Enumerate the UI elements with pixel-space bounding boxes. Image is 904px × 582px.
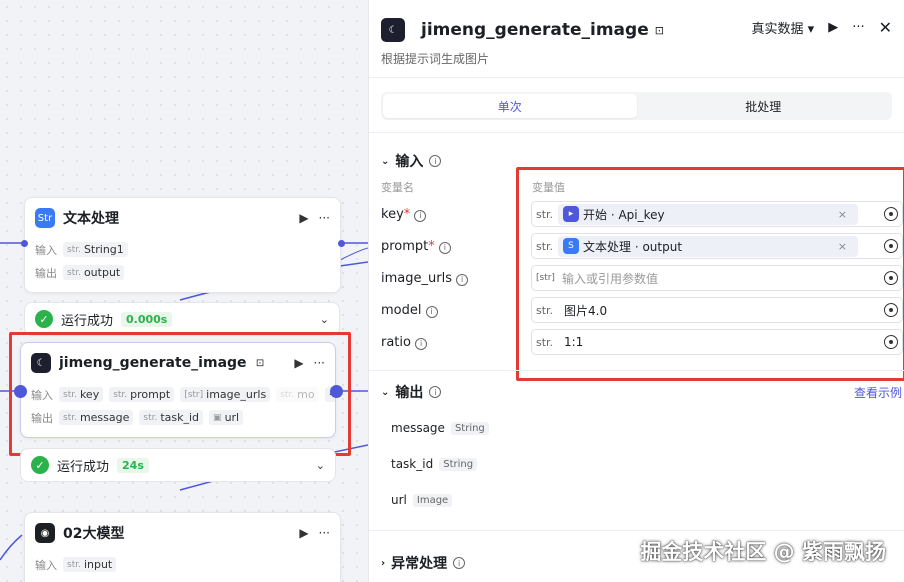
info-icon: i bbox=[453, 557, 466, 569]
status-label: 运行成功 bbox=[61, 313, 114, 329]
workflow-canvas[interactable]: Str 文本处理 ▶ ··· 输入 str. String1 输出 str. out… bbox=[0, 0, 368, 582]
column-header-name: 变量名 bbox=[381, 181, 414, 194]
input-label: 输入 bbox=[35, 243, 57, 257]
param-name: key bbox=[381, 207, 404, 222]
more-icon[interactable]: ··· bbox=[319, 211, 330, 225]
panel-subtitle: 根据提示词生成图片 bbox=[381, 52, 490, 66]
run-node-icon[interactable]: ▶ bbox=[299, 526, 308, 540]
highlight-frame-node bbox=[9, 332, 351, 456]
llm-icon: ◉ bbox=[35, 523, 55, 543]
run-mode-tabs: 单次 批处理 bbox=[381, 92, 892, 120]
plugin-icon: ☾ bbox=[381, 18, 405, 42]
node-llm[interactable]: ◉ 02大模型 ▶ ··· 输入 str. input bbox=[24, 512, 341, 582]
info-icon: i bbox=[438, 241, 451, 254]
node-title: 02大模型 bbox=[63, 526, 125, 542]
watermark: 掘金技术社区 @ 紫雨飘扬 bbox=[640, 540, 886, 564]
output-section-header[interactable]: ⌄ 输出 i bbox=[369, 382, 442, 402]
info-icon: i bbox=[429, 155, 442, 167]
node-config-panel: ☾ jimeng_generate_image ⊡ 根据提示词生成图片 真实数据… bbox=[368, 0, 904, 582]
section-title: 异常处理 bbox=[391, 556, 448, 572]
info-icon: i bbox=[415, 337, 428, 350]
chevron-down-icon[interactable]: ⌄ bbox=[320, 313, 329, 326]
close-icon[interactable]: ✕ bbox=[879, 18, 892, 37]
duration-badge: 24s bbox=[117, 457, 149, 473]
chevron-right-icon: › bbox=[381, 557, 386, 569]
input-port[interactable] bbox=[21, 240, 28, 247]
input-chip: str. input bbox=[63, 557, 117, 572]
chevron-down-icon: ⌄ bbox=[381, 386, 390, 398]
run-status-bar[interactable]: ✓ 运行成功 24s ⌄ bbox=[20, 448, 336, 482]
highlight-frame-values bbox=[516, 167, 904, 381]
section-title: 输入 bbox=[395, 154, 424, 170]
success-icon: ✓ bbox=[35, 310, 53, 328]
chevron-down-icon[interactable]: ⌄ bbox=[316, 459, 325, 472]
chevron-down-icon: ⌄ bbox=[381, 155, 390, 167]
output-port[interactable] bbox=[338, 240, 345, 247]
info-icon: i bbox=[456, 273, 469, 286]
node-text-process[interactable]: Str 文本处理 ▶ ··· 输入 str. String1 输出 str. out… bbox=[24, 197, 341, 293]
run-node-icon[interactable]: ▶ bbox=[299, 211, 308, 225]
info-icon: i bbox=[429, 386, 442, 398]
section-title: 输出 bbox=[395, 385, 424, 401]
input-chip: str. String1 bbox=[63, 242, 128, 257]
run-status-bar[interactable]: ✓ 运行成功 0.000s ⌄ bbox=[24, 302, 340, 336]
duration-badge: 0.000s bbox=[121, 311, 173, 327]
text-process-icon: Str bbox=[35, 208, 55, 228]
param-name: ratio bbox=[381, 335, 411, 350]
output-chip: str. output bbox=[63, 265, 125, 280]
input-label: 输入 bbox=[35, 558, 57, 572]
panel-title: jimeng_generate_image bbox=[421, 20, 649, 40]
output-label: 输出 bbox=[35, 266, 57, 280]
output-item-task-id: task_id String bbox=[391, 457, 478, 471]
input-section-header[interactable]: ⌄ 输入 i bbox=[369, 151, 442, 171]
run-icon[interactable]: ▶ bbox=[828, 20, 838, 35]
exception-section-header[interactable]: › 异常处理 i bbox=[369, 553, 466, 573]
view-example-link[interactable]: 查看示例 bbox=[854, 384, 902, 401]
tab-single[interactable]: 单次 bbox=[383, 94, 637, 118]
more-icon[interactable]: ··· bbox=[852, 20, 864, 35]
output-item-message: message String bbox=[391, 421, 489, 435]
success-icon: ✓ bbox=[31, 456, 49, 474]
output-item-url: url Image bbox=[391, 493, 453, 507]
info-icon: i bbox=[414, 209, 427, 222]
info-icon: i bbox=[425, 305, 438, 318]
param-name: model bbox=[381, 303, 422, 318]
tab-batch[interactable]: 批处理 bbox=[637, 94, 891, 118]
more-icon[interactable]: ··· bbox=[319, 526, 330, 540]
data-mode-dropdown[interactable]: 真实数据 ▾ bbox=[752, 18, 815, 37]
param-name: prompt bbox=[381, 239, 429, 254]
plugin-badge-icon: ⊡ bbox=[654, 23, 664, 37]
status-label: 运行成功 bbox=[57, 459, 110, 475]
param-name: image_urls bbox=[381, 271, 452, 286]
node-title: 文本处理 bbox=[63, 211, 119, 227]
